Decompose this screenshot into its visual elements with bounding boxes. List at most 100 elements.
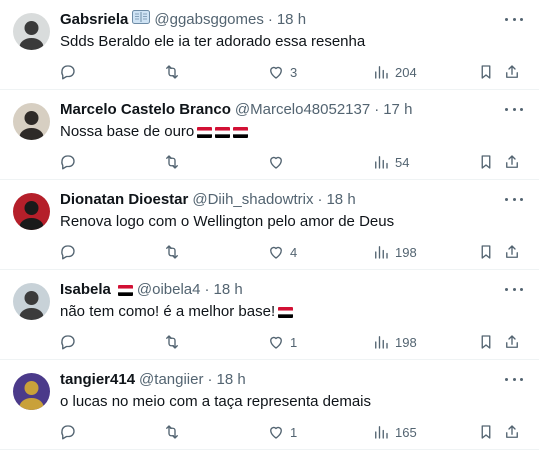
tweet-text: não tem como! é a melhor base! — [60, 302, 519, 322]
like-count: 1 — [290, 424, 298, 440]
flag-emoji — [278, 306, 294, 318]
like-button[interactable]: 3 — [267, 60, 297, 84]
display-name[interactable]: Isabela — [60, 280, 111, 300]
views-icon — [375, 426, 388, 439]
view-count: 198 — [395, 334, 417, 350]
views-button[interactable]: 54 — [372, 150, 409, 174]
action-bar: 4 198 — [0, 240, 539, 264]
tweet[interactable]: Isabela @oibela4 · 18 h não tem como! é … — [0, 270, 539, 360]
tweet-text-content: não tem como! é a melhor base! — [60, 303, 276, 320]
timestamp[interactable]: 18 h — [213, 280, 242, 300]
reply-button[interactable] — [59, 240, 82, 264]
text-flags — [194, 122, 249, 142]
separator-dot: · — [204, 281, 210, 298]
retweet-button[interactable] — [163, 240, 186, 264]
timestamp[interactable]: 18 h — [216, 370, 245, 390]
action-bar: 1 198 — [0, 330, 539, 354]
more-icon[interactable] — [505, 282, 523, 296]
tweet[interactable]: Gabsriela @ggabsggomes · 18 h Sdds Beral… — [0, 0, 539, 90]
more-icon[interactable] — [505, 102, 523, 116]
reply-button[interactable] — [59, 60, 82, 84]
bookmark-button[interactable] — [477, 330, 495, 354]
tweet-text: Renova logo com o Wellington pelo amor d… — [60, 212, 519, 232]
share-button[interactable] — [503, 420, 521, 444]
retweet-icon — [166, 65, 178, 79]
retweet-button[interactable] — [163, 60, 186, 84]
retweet-icon — [166, 245, 178, 259]
separator-dot: · — [317, 191, 323, 208]
flag-emoji — [215, 126, 231, 138]
retweet-button[interactable] — [163, 420, 186, 444]
views-button[interactable]: 165 — [372, 420, 417, 444]
name-badge — [132, 10, 151, 30]
tweet[interactable]: Marcelo Castelo Branco @Marcelo48052137 … — [0, 90, 539, 180]
like-button[interactable] — [267, 150, 290, 174]
text-flags — [275, 302, 294, 322]
more-icon[interactable] — [505, 372, 523, 386]
user-handle[interactable]: @oibela4 — [137, 280, 201, 300]
tweet[interactable]: tangier414 @tangiier · 18 h o lucas no m… — [0, 360, 539, 450]
retweet-icon — [166, 335, 178, 349]
tweet-text-content: Nossa base de ouro — [60, 123, 195, 140]
like-count: 1 — [290, 334, 298, 350]
like-count: 4 — [290, 244, 298, 260]
share-button[interactable] — [503, 240, 521, 264]
share-button[interactable] — [503, 330, 521, 354]
display-name[interactable]: Marcelo Castelo Branco — [60, 100, 231, 120]
views-button[interactable]: 198 — [372, 240, 417, 264]
user-handle[interactable]: @Marcelo48052137 — [235, 100, 370, 120]
views-button[interactable]: 198 — [372, 330, 417, 354]
reply-button[interactable] — [59, 420, 82, 444]
avatar[interactable] — [13, 13, 50, 50]
tweet[interactable]: Dionatan Dioestar @Diih_shadowtrix · 18 … — [0, 180, 539, 270]
timestamp[interactable]: 17 h — [383, 100, 412, 120]
bookmark-button[interactable] — [477, 420, 495, 444]
share-button[interactable] — [503, 60, 521, 84]
tweet-header: tangier414 @tangiier · 18 h — [60, 370, 489, 390]
timestamp[interactable]: 18 h — [277, 10, 306, 30]
view-count: 165 — [395, 424, 417, 440]
action-bar: 54 — [0, 150, 539, 174]
display-name[interactable]: Gabsriela — [60, 10, 128, 30]
share-button[interactable] — [503, 150, 521, 174]
views-icon — [375, 156, 388, 169]
separator-dot: · — [207, 371, 213, 388]
bookmark-button[interactable] — [477, 150, 495, 174]
views-icon — [375, 66, 388, 79]
display-name[interactable]: tangier414 — [60, 370, 135, 390]
avatar[interactable] — [13, 103, 50, 140]
tweet-text-content: Renova logo com o Wellington pelo amor d… — [60, 213, 395, 230]
flag-emoji — [117, 284, 133, 296]
like-icon — [270, 66, 282, 79]
user-handle[interactable]: @tangiier — [139, 370, 203, 390]
like-button[interactable]: 1 — [267, 420, 297, 444]
retweet-button[interactable] — [163, 150, 186, 174]
more-icon[interactable] — [505, 192, 523, 206]
timestamp[interactable]: 18 h — [326, 190, 355, 210]
views-button[interactable]: 204 — [372, 60, 417, 84]
reply-button[interactable] — [59, 330, 82, 354]
user-handle[interactable]: @ggabsggomes — [154, 10, 263, 30]
bookmark-icon — [481, 245, 491, 259]
share-icon — [506, 335, 518, 348]
more-icon[interactable] — [505, 12, 523, 26]
bookmark-button[interactable] — [477, 240, 495, 264]
bookmark-icon — [481, 65, 491, 79]
avatar[interactable] — [13, 373, 50, 410]
name-badge — [115, 284, 133, 296]
like-button[interactable]: 4 — [267, 240, 297, 264]
user-handle[interactable]: @Diih_shadowtrix — [192, 190, 313, 210]
bookmark-button[interactable] — [477, 60, 495, 84]
reply-icon — [61, 245, 75, 260]
retweet-button[interactable] — [163, 330, 186, 354]
reply-icon — [61, 155, 75, 170]
share-icon — [506, 155, 518, 168]
avatar[interactable] — [13, 193, 50, 230]
separator-dot: · — [374, 101, 380, 118]
reply-button[interactable] — [59, 150, 82, 174]
display-name[interactable]: Dionatan Dioestar — [60, 190, 188, 210]
like-button[interactable]: 1 — [267, 330, 297, 354]
like-count: 3 — [290, 64, 298, 80]
tweet-header: Marcelo Castelo Branco @Marcelo48052137 … — [60, 100, 489, 120]
avatar[interactable] — [13, 283, 50, 320]
